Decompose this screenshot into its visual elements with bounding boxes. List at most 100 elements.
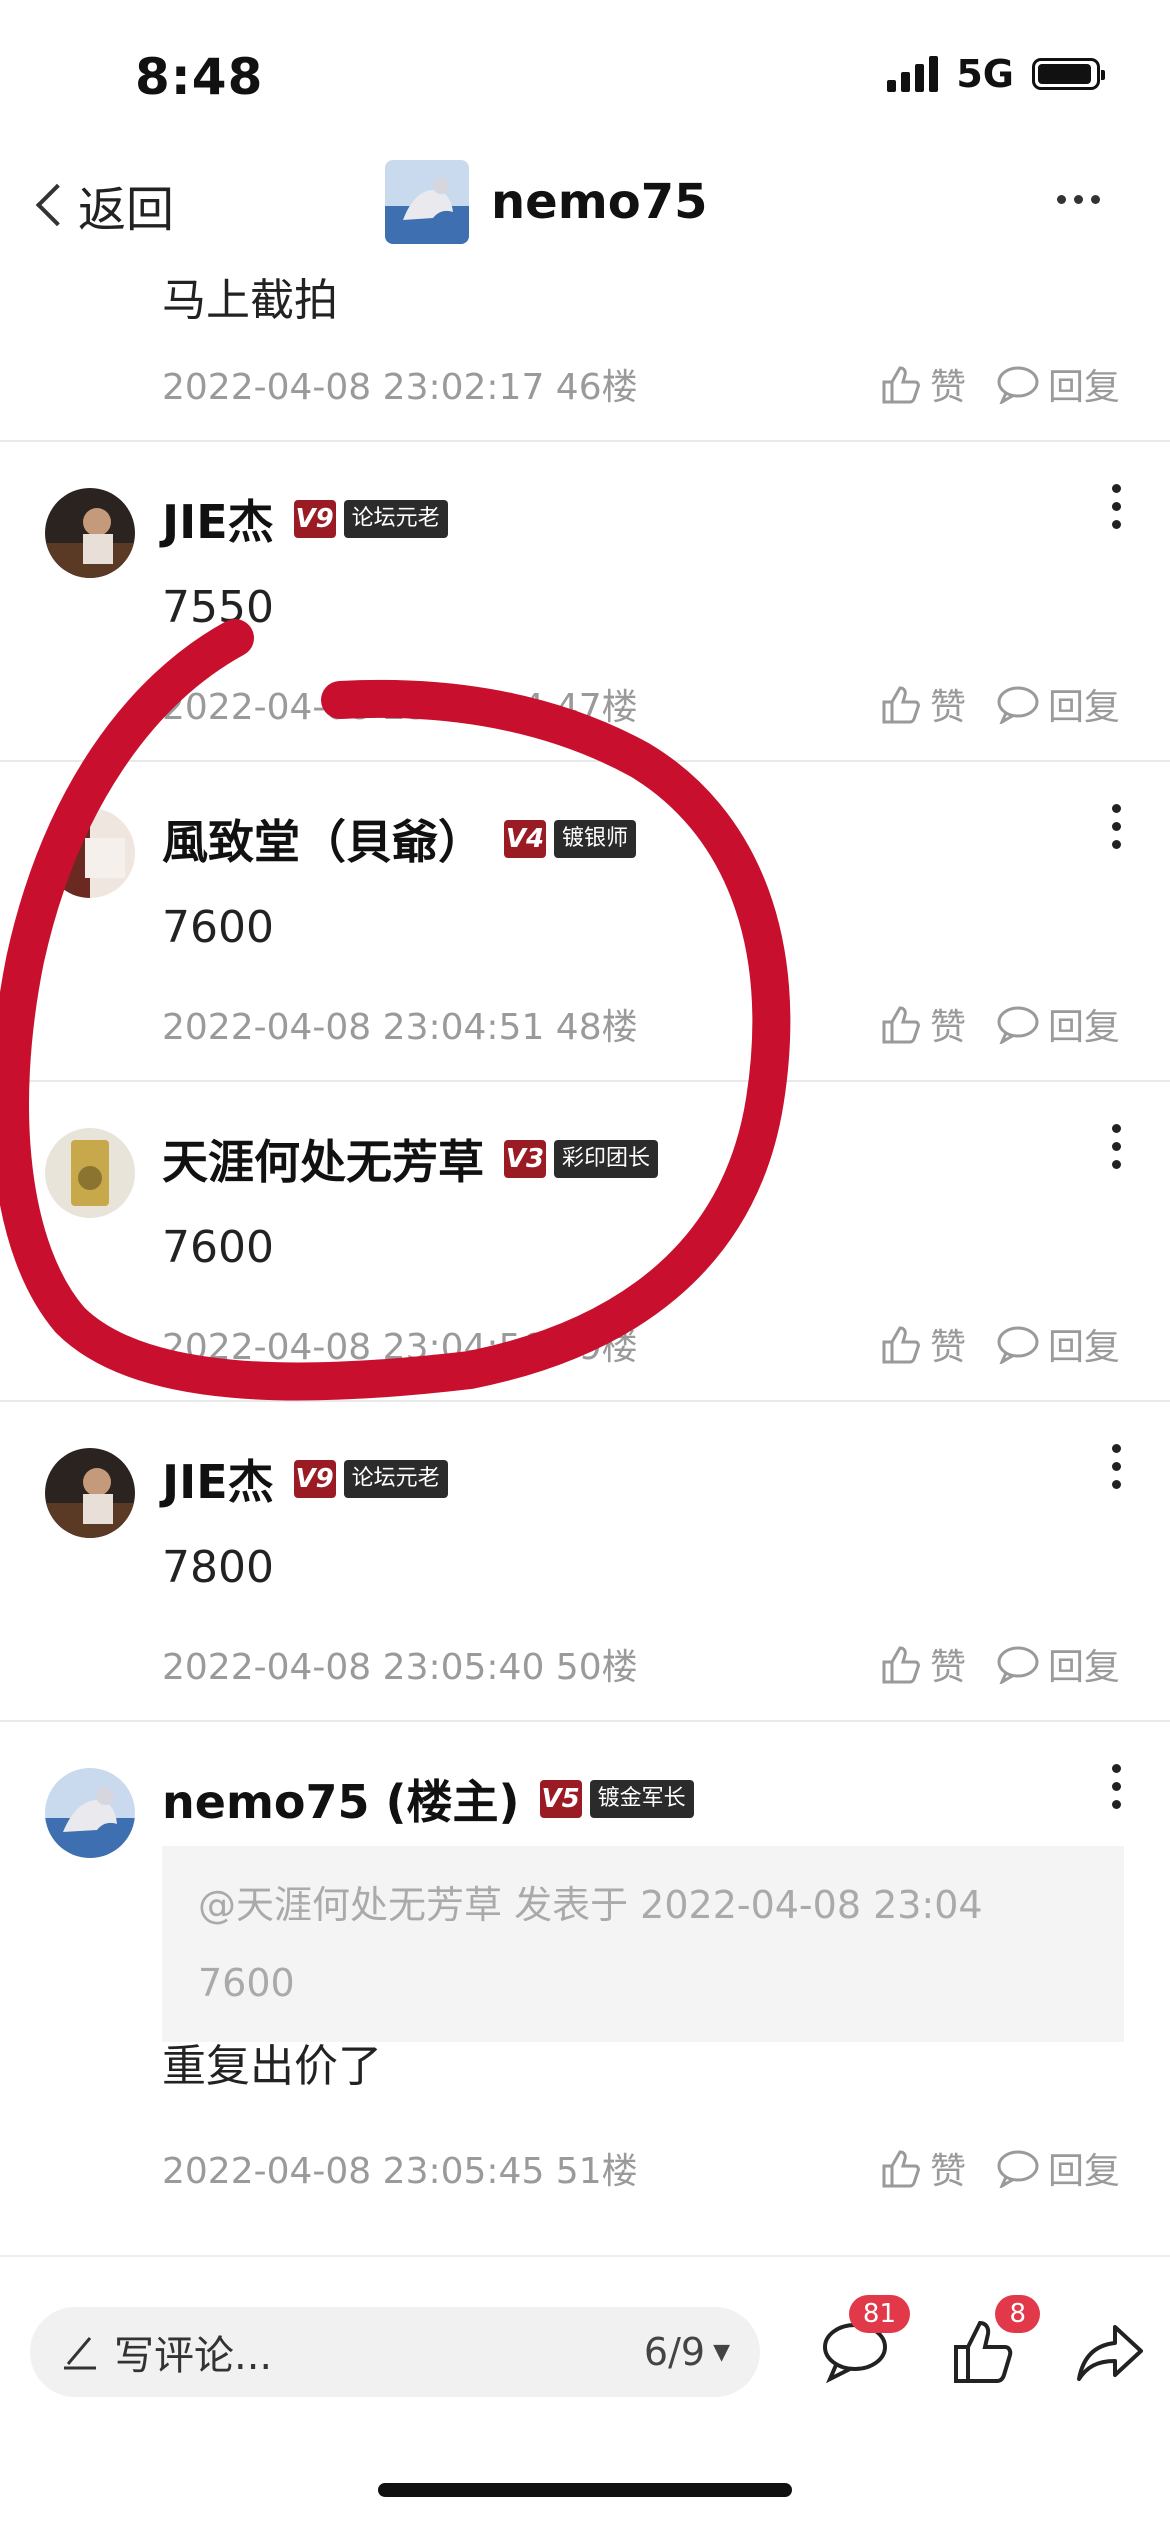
title-badge: 论坛元老 bbox=[343, 1460, 448, 1498]
like-label: 赞 bbox=[929, 1647, 966, 1688]
username[interactable]: JIE杰 bbox=[162, 486, 274, 552]
comment-icon bbox=[997, 366, 1039, 404]
reply-button[interactable]: 回复 bbox=[996, 2142, 1120, 2194]
reply-label: 回复 bbox=[1047, 367, 1120, 408]
comment-icon bbox=[997, 1326, 1039, 1364]
post-meta: 2022-04-08 23:02:17 46楼 bbox=[162, 367, 638, 408]
post-item: JIE杰 V9 论坛元老 7550 2022-04-08 23:03:24 47… bbox=[0, 442, 1170, 762]
post-menu-icon[interactable] bbox=[1112, 484, 1121, 538]
post-item: nemo75 (楼主) V5 镀金军长 @天涯何处无芳草 发表于 2022-04… bbox=[0, 1722, 1170, 2255]
avatar[interactable] bbox=[45, 1448, 135, 1538]
like-label: 赞 bbox=[929, 2151, 966, 2192]
reply-button[interactable]: 回复 bbox=[996, 358, 1120, 410]
avatar bbox=[385, 160, 469, 244]
like-label: 赞 bbox=[929, 1327, 966, 1368]
back-button[interactable]: 返回 bbox=[30, 170, 174, 240]
level-badge: V5 bbox=[539, 1780, 582, 1818]
signal-icon bbox=[887, 56, 939, 92]
status-icons: 5G bbox=[887, 52, 1105, 96]
share-button[interactable] bbox=[1075, 2317, 1145, 2387]
post-menu-icon[interactable] bbox=[1112, 1764, 1121, 1818]
pencil-icon bbox=[64, 2337, 96, 2370]
post-content: 7800 bbox=[162, 1542, 274, 1593]
quote-content: 7600 bbox=[198, 1961, 295, 2005]
post-meta: 2022-04-08 23:04:51 48楼 bbox=[162, 1007, 638, 1048]
quote-header: @天涯何处无芳草 发表于 2022-04-08 23:04 bbox=[198, 1883, 983, 1927]
title-badge: 论坛元老 bbox=[343, 500, 448, 538]
post-item: 風致堂（貝爺） V4 镀银师 7600 2022-04-08 23:04:51 … bbox=[0, 762, 1170, 1082]
like-count-badge: 8 bbox=[995, 2295, 1040, 2333]
post-item: 天涯何处无芳草 V3 彩印团长 7600 2022-04-08 23:04:56… bbox=[0, 1082, 1170, 1402]
like-button[interactable]: 赞 bbox=[878, 358, 966, 410]
like-label: 赞 bbox=[929, 367, 966, 408]
post-meta: 2022-04-08 23:03:24 47楼 bbox=[162, 687, 638, 728]
post-item: JIE杰 V9 论坛元老 7800 2022-04-08 23:05:40 50… bbox=[0, 1402, 1170, 1722]
reply-label: 回复 bbox=[1047, 2151, 1120, 2192]
avatar[interactable] bbox=[45, 808, 135, 898]
reply-button[interactable]: 回复 bbox=[996, 1318, 1120, 1370]
thumbs-up-icon bbox=[882, 1326, 920, 1364]
caret-down-icon[interactable]: ▼ bbox=[713, 2340, 730, 2365]
like-post-button[interactable]: 8 bbox=[950, 2295, 1040, 2387]
post-content: 7600 bbox=[162, 902, 274, 953]
avatar[interactable] bbox=[45, 1128, 135, 1218]
post-content: 重复出价了 bbox=[162, 2041, 382, 2092]
level-badge: V4 bbox=[504, 820, 546, 858]
reply-label: 回复 bbox=[1047, 1647, 1120, 1688]
thumbs-up-icon bbox=[882, 686, 920, 724]
post-meta: 2022-04-08 23:05:40 50楼 bbox=[162, 1647, 638, 1688]
like-button[interactable]: 赞 bbox=[878, 1638, 966, 1690]
comment-count-badge: 81 bbox=[848, 2295, 910, 2333]
comment-icon bbox=[997, 1006, 1039, 1044]
username[interactable]: JIE杰 bbox=[162, 1446, 274, 1512]
avatar[interactable] bbox=[45, 1768, 135, 1858]
network-label: 5G bbox=[956, 52, 1014, 96]
reply-button[interactable]: 回复 bbox=[996, 1638, 1120, 1690]
post-menu-icon[interactable] bbox=[1112, 1444, 1121, 1498]
like-button[interactable]: 赞 bbox=[878, 1318, 966, 1370]
like-label: 赞 bbox=[929, 687, 966, 728]
like-label: 赞 bbox=[929, 1007, 966, 1048]
partial-post: 马上截拍 2022-04-08 23:02:17 46楼 赞 回复 bbox=[0, 260, 1170, 442]
avatar[interactable] bbox=[45, 488, 135, 578]
more-icon[interactable] bbox=[1057, 195, 1100, 204]
thumbs-up-icon bbox=[882, 366, 920, 404]
post-content: 7550 bbox=[162, 582, 274, 633]
quoted-reply[interactable]: @天涯何处无芳草 发表于 2022-04-08 23:04 7600 bbox=[162, 1846, 1124, 2042]
username[interactable]: 天涯何处无芳草 bbox=[162, 1126, 484, 1192]
reply-label: 回复 bbox=[1047, 1327, 1120, 1368]
level-badge: V9 bbox=[293, 500, 336, 538]
post-menu-icon[interactable] bbox=[1112, 804, 1121, 858]
level-badge: V9 bbox=[293, 1460, 336, 1498]
username[interactable]: 風致堂（貝爺） bbox=[162, 806, 484, 872]
nav-title: nemo75 bbox=[491, 174, 708, 230]
reply-label: 回复 bbox=[1047, 687, 1120, 728]
title-badge: 镀金军长 bbox=[589, 1780, 694, 1818]
battery-icon bbox=[1032, 58, 1105, 90]
like-button[interactable]: 赞 bbox=[878, 678, 966, 730]
post-meta: 2022-04-08 23:05:45 51楼 bbox=[162, 2151, 638, 2192]
post-content: 7600 bbox=[162, 1222, 274, 1273]
reply-button[interactable]: 回复 bbox=[996, 998, 1120, 1050]
title-badge: 镀银师 bbox=[554, 820, 637, 858]
comment-icon bbox=[997, 1646, 1039, 1684]
comment-placeholder: 写评论... bbox=[114, 2333, 273, 2379]
home-indicator bbox=[378, 2483, 792, 2497]
username[interactable]: nemo75 (楼主) bbox=[162, 1766, 520, 1832]
comments-button[interactable]: 81 bbox=[820, 2295, 910, 2387]
comment-icon bbox=[997, 2150, 1039, 2188]
like-button[interactable]: 赞 bbox=[878, 2142, 966, 2194]
reply-button[interactable]: 回复 bbox=[996, 678, 1120, 730]
chevron-left-icon bbox=[35, 183, 79, 227]
like-button[interactable]: 赞 bbox=[878, 998, 966, 1050]
nav-user[interactable]: nemo75 bbox=[385, 160, 708, 244]
thumbs-up-icon bbox=[882, 2150, 920, 2188]
thumbs-up-icon bbox=[882, 1006, 920, 1044]
comment-icon bbox=[997, 686, 1039, 724]
post-meta: 2022-04-08 23:04:56 49楼 bbox=[162, 1327, 638, 1368]
share-icon bbox=[1077, 2325, 1143, 2381]
post-content: 马上截拍 bbox=[162, 275, 338, 326]
post-menu-icon[interactable] bbox=[1112, 1124, 1121, 1178]
comment-input[interactable]: 写评论... 6/9 ▼ bbox=[30, 2307, 760, 2397]
page-selector[interactable]: 6/9 bbox=[644, 2330, 705, 2374]
